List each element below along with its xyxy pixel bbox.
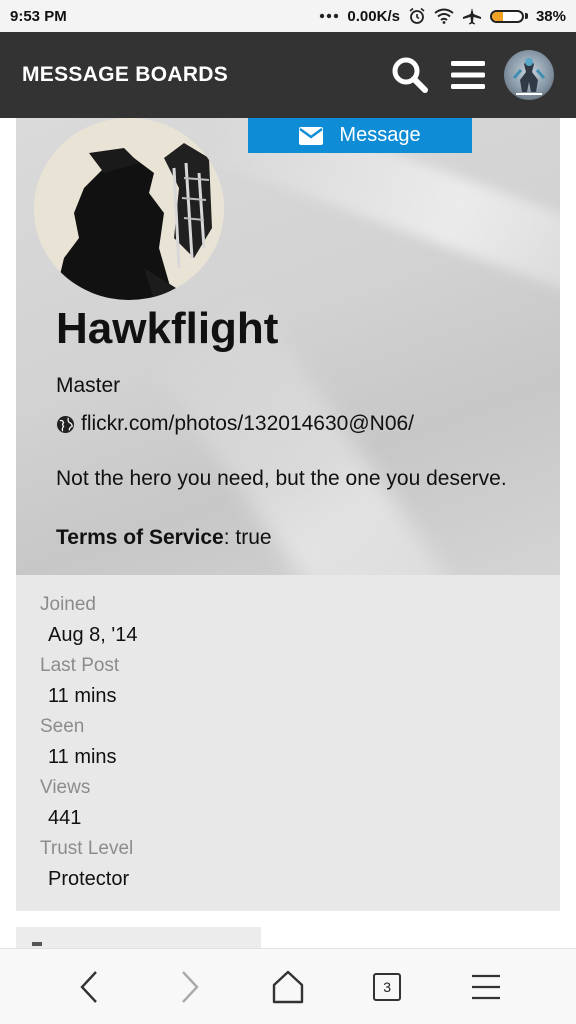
stat-value-views: 441 (48, 807, 82, 829)
tos-value: : true (223, 526, 272, 549)
profile-bio: Not the hero you need, but the one you d… (56, 467, 507, 490)
message-button[interactable]: Message (248, 118, 472, 153)
profile-username: Hawkflight (56, 304, 279, 353)
stat-value-last-post: 11 mins (48, 685, 117, 707)
home-button[interactable] (260, 959, 316, 1015)
battery-icon (489, 9, 528, 23)
envelope-icon (299, 126, 324, 145)
more-dots-icon (319, 13, 339, 19)
profile-website-link[interactable]: flickr.com/photos/132014630@N06/ (56, 412, 414, 436)
hamburger-menu-button[interactable] (446, 53, 490, 97)
app-header: MESSAGE BOARDS (0, 32, 576, 118)
profile-avatar (34, 118, 224, 300)
home-icon (272, 970, 304, 1003)
stat-value-joined: Aug 8, '14 (48, 624, 138, 646)
profile-hero: Message Hawkflight Master flickr.com/pho… (16, 118, 560, 575)
wifi-icon (434, 8, 454, 24)
back-button[interactable] (62, 959, 118, 1015)
site-title[interactable]: MESSAGE BOARDS (22, 63, 374, 87)
profile-terms-of-service: Terms of Service: true (56, 526, 272, 550)
network-speed: 0.00K/s (347, 7, 400, 25)
forward-icon (181, 970, 199, 1003)
menu-icon (472, 974, 501, 999)
browser-menu-button[interactable] (458, 959, 514, 1015)
stat-label-seen: Seen (40, 716, 85, 737)
message-button-label: Message (339, 124, 421, 146)
profile-user-title: Master (56, 374, 121, 397)
status-indicators: 0.00K/s 38% (319, 7, 566, 25)
search-icon (392, 57, 428, 93)
profile-website-text: flickr.com/photos/132014630@N06/ (81, 412, 415, 435)
stat-label-views: Views (40, 777, 91, 798)
forward-button[interactable] (161, 959, 217, 1015)
airplane-mode-icon (462, 7, 482, 25)
stat-label-trust-level: Trust Level (40, 838, 134, 859)
user-avatar[interactable] (504, 50, 554, 100)
battery-percent: 38% (535, 7, 566, 25)
alarm-icon (408, 7, 426, 25)
menu-icon (451, 61, 485, 89)
status-time: 9:53 PM (10, 7, 67, 25)
stat-label-last-post: Last Post (40, 655, 120, 676)
stat-value-seen: 11 mins (48, 746, 117, 768)
profile-stats: Joined Aug 8, '14 Last Post 11 mins Seen… (16, 575, 560, 911)
next-section-heading-fragment (32, 942, 42, 946)
browser-bottom-nav: 3 (0, 948, 576, 1024)
search-button[interactable] (388, 53, 432, 97)
tabs-icon: 3 (373, 972, 402, 1001)
stat-value-trust-level: Protector (48, 868, 130, 890)
stat-label-joined: Joined (40, 594, 96, 615)
globe-icon (56, 415, 75, 433)
back-icon (79, 970, 97, 1003)
status-bar: 9:53 PM 0.00K/s 38% (0, 0, 576, 32)
tabs-button[interactable]: 3 (359, 959, 415, 1015)
tos-label: Terms of Service (56, 526, 224, 549)
